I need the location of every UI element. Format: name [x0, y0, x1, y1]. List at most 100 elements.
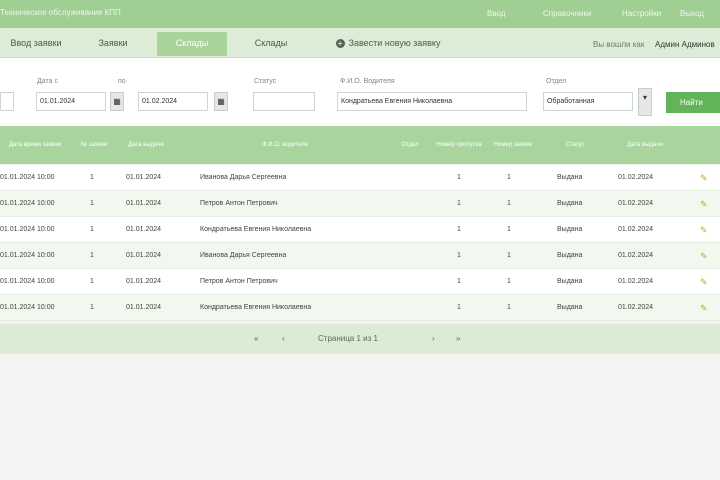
filter-label-dept: Отдел — [546, 78, 567, 85]
header-link-settings[interactable]: Настройки — [622, 9, 661, 18]
header-link-logout[interactable]: Выход — [680, 9, 704, 18]
filter-label-date-to: по — [118, 78, 126, 85]
table-header: Дата время заявки № заявки Дата выдачи Ф… — [0, 126, 720, 164]
filter-partial-input[interactable] — [0, 92, 14, 111]
cell-issue-date: 01.02.2024 — [618, 278, 654, 285]
add-request-label: Завести новую заявку — [348, 38, 441, 48]
table-row[interactable]: 01.01.2024 10:00 1 01.01.2024 Иванова Дарья… — [0, 243, 720, 269]
cell-datetime: 01.01.2024 10:00 — [0, 252, 55, 259]
pager-first-button[interactable]: « — [254, 324, 258, 354]
top-bar: Техническое обслуживание КПП Ввод Справо… — [0, 0, 720, 28]
filter-label-date-from: Дата с — [37, 78, 58, 85]
cell-pass: 1 — [457, 304, 461, 311]
pencil-icon[interactable]: ✎ — [700, 199, 708, 209]
cell-datetime: 01.01.2024 10:00 — [0, 304, 55, 311]
table-row[interactable]: 01.01.2024 10:00 1 01.01.2024 Петров Антон … — [0, 269, 720, 295]
pencil-icon[interactable]: ✎ — [700, 251, 708, 261]
cell-request: 1 — [507, 200, 511, 207]
dropdown-arrow-icon[interactable]: ▾ — [638, 88, 652, 116]
cell-status: Выдана — [557, 252, 583, 259]
cell-driver: Иванова Дарья Сергеевна — [200, 174, 287, 181]
cell-date: 01.01.2024 — [126, 252, 162, 259]
cell-status: Выдана — [557, 278, 583, 285]
pencil-icon[interactable]: ✎ — [700, 225, 708, 235]
col-issue-date[interactable]: Дата выдачи — [610, 126, 680, 164]
col-status[interactable]: Статус — [550, 126, 600, 164]
cell-datetime: 01.01.2024 10:00 — [0, 278, 55, 285]
user-prefix: Вы вошли как — [593, 40, 645, 49]
tab-requests[interactable]: Заявки — [78, 32, 148, 56]
cell-number: 1 — [90, 278, 94, 285]
cell-issue-date: 01.02.2024 — [618, 174, 654, 181]
table-row[interactable]: 01.01.2024 10:00 1 01.01.2024 Иванова Дарья… — [0, 165, 720, 191]
cell-number: 1 — [90, 304, 94, 311]
app-title: Техническое обслуживание КПП — [0, 8, 121, 17]
cell-date: 01.01.2024 — [126, 174, 162, 181]
pager-prev-button[interactable]: ‹ — [282, 324, 285, 354]
calendar-icon[interactable]: ▦ — [214, 92, 228, 111]
header-link-directories[interactable]: Справочники — [543, 9, 591, 18]
col-datetime[interactable]: Дата время заявки — [0, 126, 70, 164]
cell-datetime: 01.01.2024 10:00 — [0, 200, 55, 207]
pencil-icon[interactable]: ✎ — [700, 277, 708, 287]
col-pass[interactable]: Номер пропуска — [436, 126, 482, 164]
cell-request: 1 — [507, 304, 511, 311]
user-name: Админ Админов — [655, 40, 715, 49]
cell-issue-date: 01.02.2024 — [618, 252, 654, 259]
cell-driver: Иванова Дарья Сергеевна — [200, 252, 287, 259]
tabs-bar: Ввод заявки Заявки Склады Склады + Завест… — [0, 28, 720, 58]
cell-pass: 1 — [457, 226, 461, 233]
cell-issue-date: 01.02.2024 — [618, 226, 654, 233]
cell-number: 1 — [90, 200, 94, 207]
calendar-icon[interactable]: ▦ — [110, 92, 124, 111]
cell-pass: 1 — [457, 278, 461, 285]
cell-status: Выдана — [557, 174, 583, 181]
plus-icon: + — [335, 39, 345, 49]
cell-datetime: 01.01.2024 10:00 — [0, 226, 55, 233]
cell-request: 1 — [507, 278, 511, 285]
pencil-icon[interactable]: ✎ — [700, 303, 708, 313]
pager: « ‹ Страница 1 из 1 › » — [0, 324, 720, 354]
add-request-button[interactable]: + Завести новую заявку — [318, 32, 458, 56]
filter-label-driver: Ф.И.О. Водителя — [340, 78, 395, 85]
col-request[interactable]: Номер заявки — [486, 126, 540, 164]
cell-status: Выдана — [557, 200, 583, 207]
cell-pass: 1 — [457, 252, 461, 259]
driver-input[interactable]: Кондратьева Евгения Николаевна — [337, 92, 527, 111]
col-driver[interactable]: Ф.И.О. водителя — [190, 126, 380, 164]
cell-driver: Кондратьева Евгения Николаевна — [200, 304, 312, 311]
pager-last-button[interactable]: » — [456, 324, 460, 354]
date-to-input[interactable]: 01.02.2024 — [138, 92, 208, 111]
tab-input[interactable]: Ввод заявки — [0, 32, 72, 56]
cell-driver: Петров Антон Петрович — [200, 278, 278, 285]
cell-status: Выдана — [557, 304, 583, 311]
status-input[interactable] — [253, 92, 315, 111]
cell-date: 01.01.2024 — [126, 226, 162, 233]
cell-request: 1 — [507, 174, 511, 181]
cell-date: 01.01.2024 — [126, 304, 162, 311]
pager-info: Страница 1 из 1 — [318, 334, 378, 343]
pencil-icon[interactable]: ✎ — [700, 173, 708, 183]
cell-driver: Кондратьева Евгения Николаевна — [200, 226, 312, 233]
apply-filter-button[interactable]: Найти — [666, 92, 720, 113]
table-row[interactable]: 01.01.2024 10:00 1 01.01.2024 Петров Антон … — [0, 191, 720, 217]
table-row[interactable]: 01.01.2024 10:00 1 01.01.2024 Кондратьева Е… — [0, 217, 720, 243]
cell-datetime: 01.01.2024 10:00 — [0, 174, 55, 181]
cell-date: 01.01.2024 — [126, 278, 162, 285]
dept-select[interactable]: Обработанная — [543, 92, 633, 111]
cell-issue-date: 01.02.2024 — [618, 200, 654, 207]
date-from-input[interactable]: 01.01.2024 — [36, 92, 106, 111]
col-date[interactable]: Дата выдачи — [118, 126, 174, 164]
tab-warehouses[interactable]: Склады — [157, 32, 227, 56]
cell-request: 1 — [507, 226, 511, 233]
cell-number: 1 — [90, 174, 94, 181]
cell-issue-date: 01.02.2024 — [618, 304, 654, 311]
col-dept[interactable]: Отдел — [390, 126, 430, 164]
tab-warehouses-2[interactable]: Склады — [236, 32, 306, 56]
cell-pass: 1 — [457, 200, 461, 207]
cell-request: 1 — [507, 252, 511, 259]
header-link-input[interactable]: Ввод — [487, 9, 505, 18]
col-number[interactable]: № заявки — [76, 126, 112, 164]
pager-next-button[interactable]: › — [432, 324, 435, 354]
table-row[interactable]: 01.01.2024 10:00 1 01.01.2024 Кондратьева Е… — [0, 295, 720, 321]
